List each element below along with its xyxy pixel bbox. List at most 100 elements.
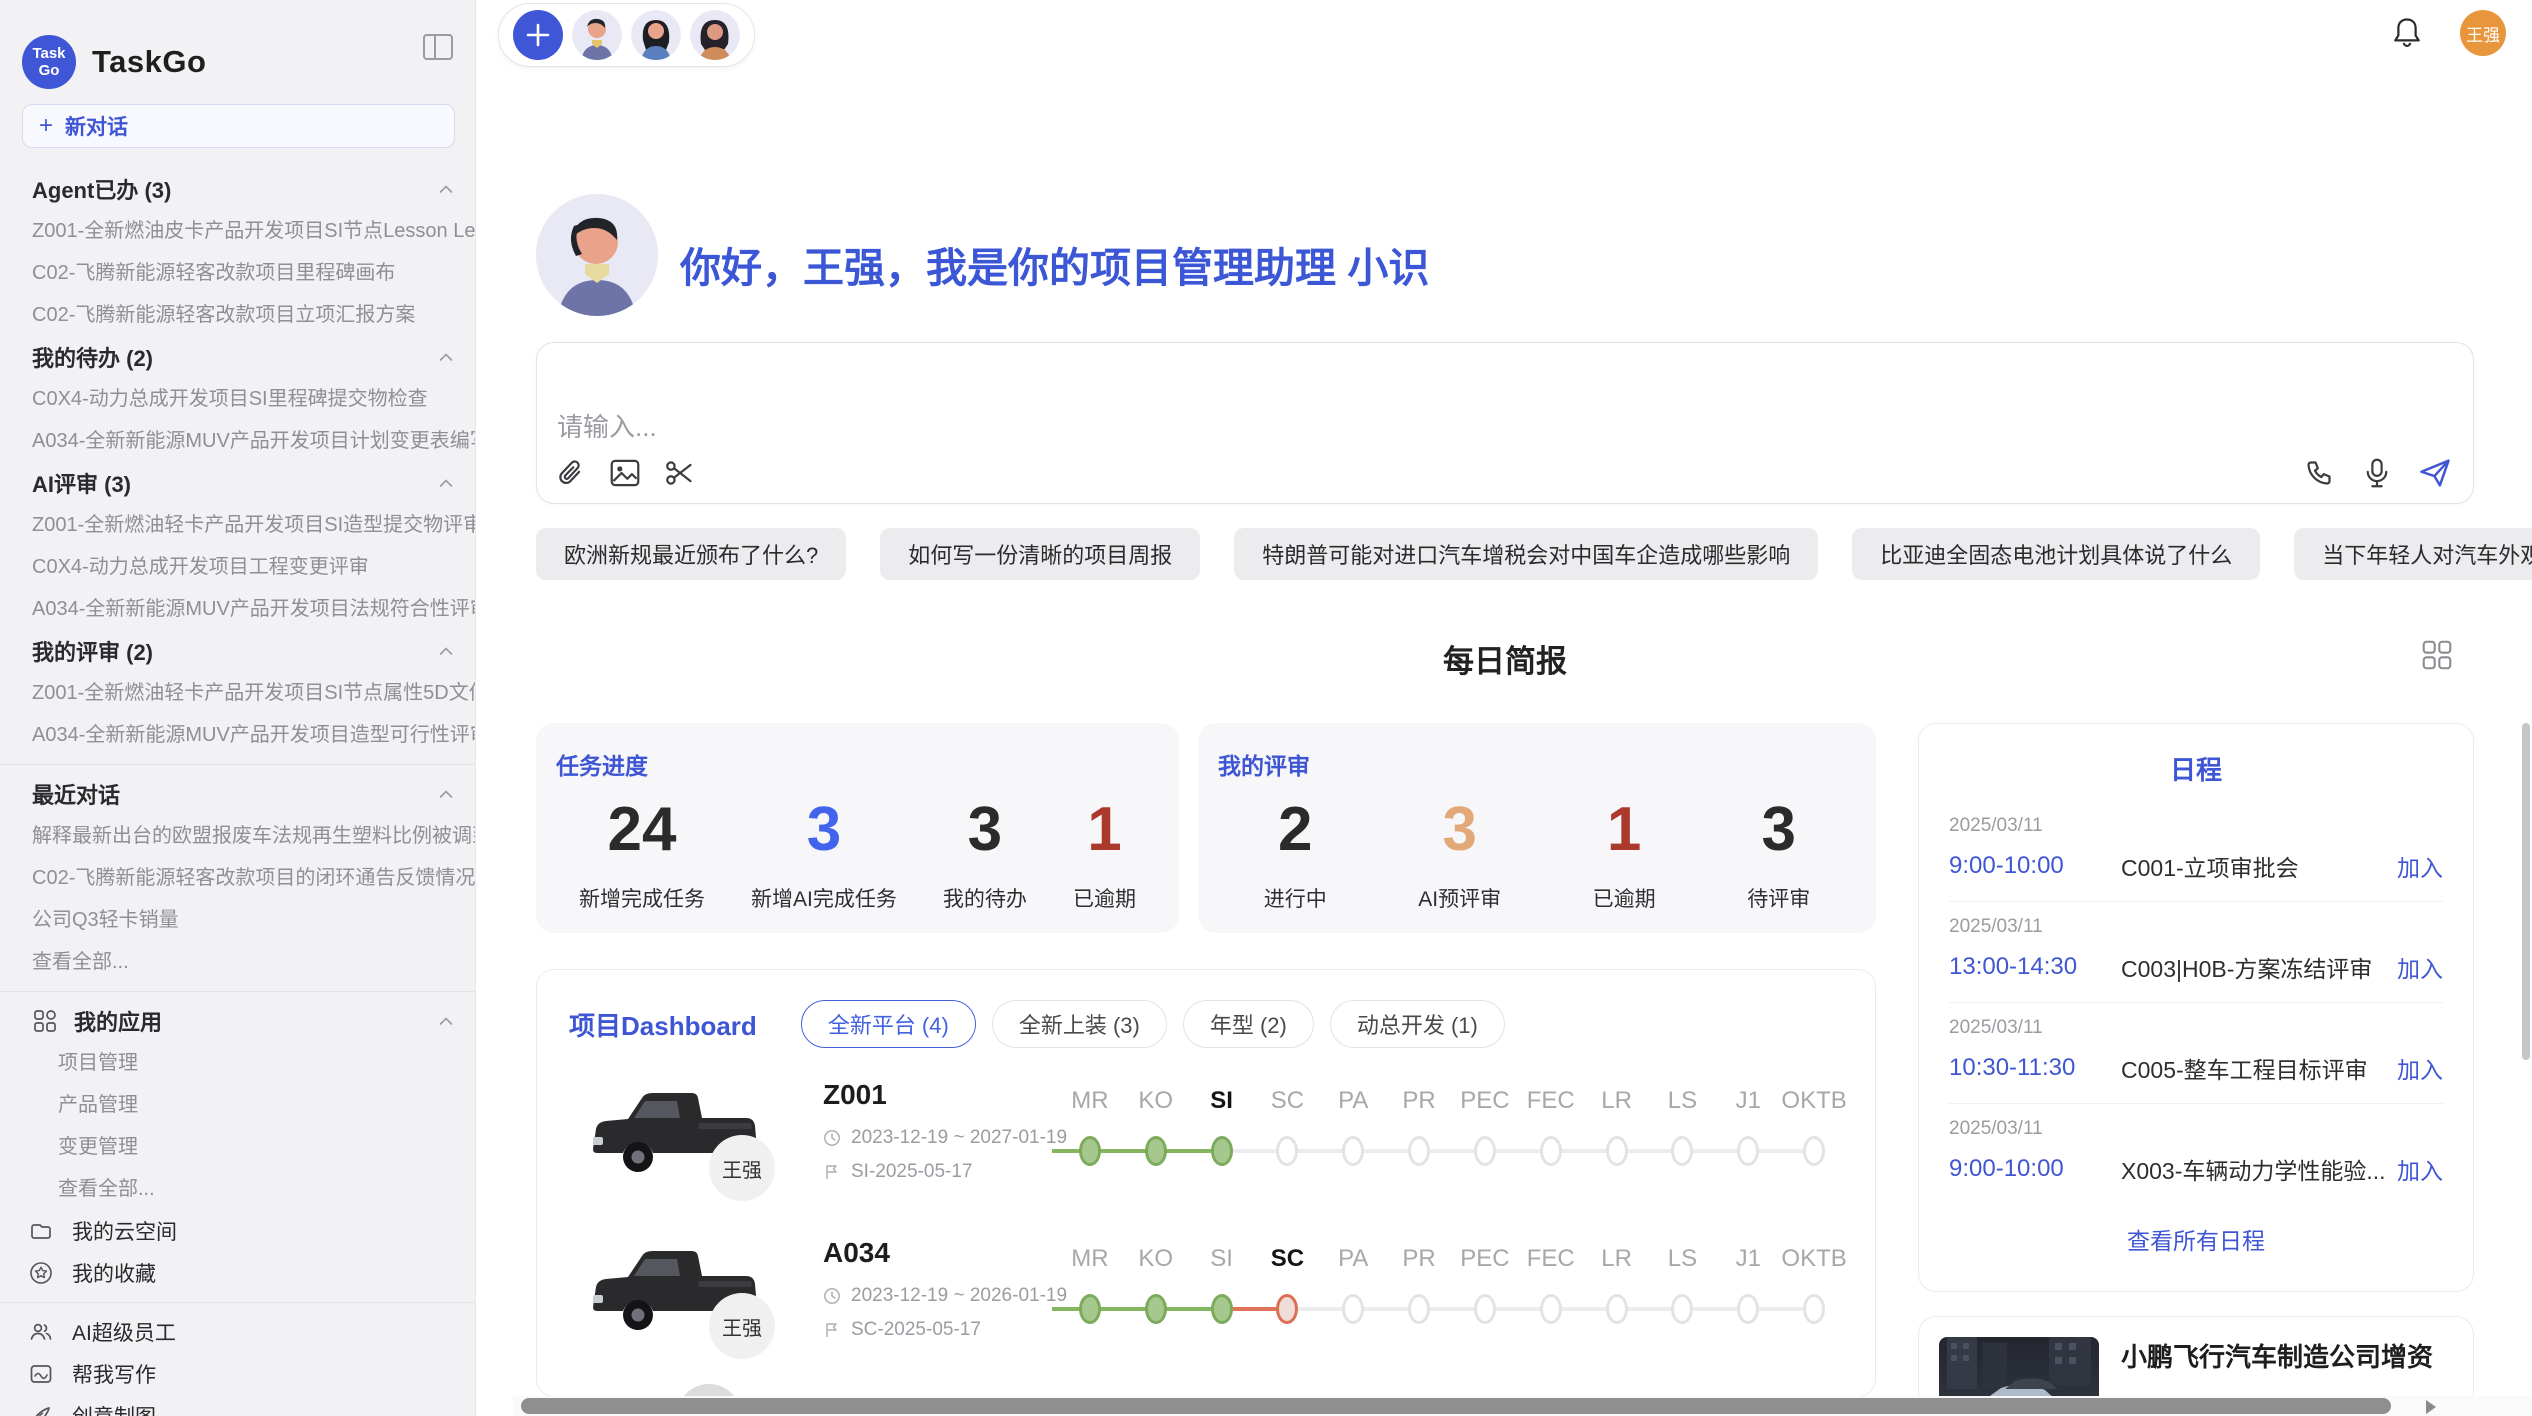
milestone-dot-SC[interactable] [1276,1136,1298,1166]
project-name[interactable]: Z001 [823,1079,887,1111]
assistant-avatar-3[interactable] [690,10,740,60]
join-meeting-link[interactable]: 加入 [2397,849,2443,883]
user-avatar[interactable]: 王强 [2460,10,2506,56]
sidebar-section-header-2[interactable]: AI评审 (3) [0,462,475,504]
chat-input-card[interactable]: 请输入... [536,342,2474,504]
assistant-avatar-2[interactable] [631,10,681,60]
horizontal-scrollbar-thumb[interactable] [521,1398,2391,1414]
suggestion-chip[interactable]: 欧洲新规最近颁布了什么? [536,528,846,580]
recent-chat-item[interactable]: 解释最新出台的欧盟报废车法规再生塑料比例被调到15%... [0,815,475,857]
app-item[interactable]: 产品管理 [0,1084,475,1126]
sidebar-task-item[interactable]: A034-全新新能源MUV产品开发项目造型可行性评审 [0,714,475,756]
milestone-dot-OKTB[interactable] [1803,1136,1825,1166]
dashboard-tab[interactable]: 全新平台 (4) [801,1000,976,1048]
milestone-dot-FEC[interactable] [1540,1136,1562,1166]
scroll-right-arrow[interactable] [2426,1400,2436,1414]
milestone-dot-KO[interactable] [1145,1294,1167,1324]
sidebar-task-item[interactable]: C0X4-动力总成开发项目SI里程碑提交物检查 [0,378,475,420]
sidebar-collapse-icon[interactable] [423,34,453,60]
chevron-up-icon[interactable] [439,787,453,801]
milestone-dot-PEC[interactable] [1474,1136,1496,1166]
sidebar-task-item[interactable]: C02-飞腾新能源轻客改款项目立项汇报方案 [0,294,475,336]
add-assistant-button[interactable] [513,10,563,60]
briefing-layout-icon[interactable] [2422,640,2452,670]
milestone-dot-FEC[interactable] [1540,1294,1562,1324]
join-meeting-link[interactable]: 加入 [2397,1051,2443,1085]
sidebar-section-header-0[interactable]: Agent已办 (3) [0,168,475,210]
sidebar-task-item[interactable]: Z001-全新燃油轻卡产品开发项目SI造型提交物评审 [0,504,475,546]
sidebar-link-label: 我的收藏 [72,1258,156,1288]
sidebar-task-item[interactable]: A034-全新新能源MUV产品开发项目法规符合性评审 [0,588,475,630]
dashboard-tab[interactable]: 年型 (2) [1183,1000,1314,1048]
pen-icon [28,1403,54,1416]
send-icon[interactable] [2419,457,2451,489]
chevron-up-icon[interactable] [439,182,453,196]
sidebar-section-my-apps[interactable]: 我的应用 [0,1000,475,1042]
phone-call-icon[interactable] [2303,457,2335,489]
app-item[interactable]: 变更管理 [0,1126,475,1168]
milestone-dot-LR[interactable] [1606,1294,1628,1324]
notifications-bell-icon[interactable] [2392,17,2422,49]
suggestion-chip[interactable]: 如何写一份清晰的项目周报 [880,528,1200,580]
sidebar-item-write[interactable]: 帮我写作 [0,1353,475,1395]
milestone-dot-KO[interactable] [1145,1136,1167,1166]
milestone-dot-LR[interactable] [1606,1136,1628,1166]
milestone-dot-PEC[interactable] [1474,1294,1496,1324]
milestone-dot-MR[interactable] [1079,1136,1101,1166]
my-review-card: 我的评审2进行中3AI预评审1已逾期3待评审 [1198,723,1876,933]
join-meeting-link[interactable]: 加入 [2397,950,2443,984]
milestone-dot-PA[interactable] [1342,1136,1364,1166]
recent-chat-item[interactable]: 公司Q3轻卡销量 [0,899,475,941]
new-chat-button[interactable]: + 新对话 [22,104,455,148]
insert-image-icon[interactable] [609,457,641,489]
milestone-dot-PA[interactable] [1342,1294,1364,1324]
milestone-dot-MR[interactable] [1079,1294,1101,1324]
app-item[interactable]: 项目管理 [0,1042,475,1084]
sidebar-task-item[interactable]: Z001-全新燃油皮卡产品开发项目SI节点Lesson Learn报告 [0,210,475,252]
sidebar-task-item[interactable]: C02-飞腾新能源轻客改款项目里程碑画布 [0,252,475,294]
chevron-up-icon[interactable] [439,1014,453,1028]
milestone-dot-SC[interactable] [1276,1294,1298,1324]
chevron-up-icon[interactable] [439,476,453,490]
milestone-dot-SI[interactable] [1211,1136,1233,1166]
milestone-dot-J1[interactable] [1737,1136,1759,1166]
milestone-dot-J1[interactable] [1737,1294,1759,1324]
dashboard-tab[interactable]: 全新上装 (3) [992,1000,1167,1048]
sidebar-task-item[interactable]: A034-全新新能源MUV产品开发项目计划变更表编写 [0,420,475,462]
milestone-label-OKTB: OKTB [1781,1245,1847,1277]
sidebar-task-item[interactable]: C0X4-动力总成开发项目工程变更评审 [0,546,475,588]
suggestion-chip[interactable]: 比亚迪全固态电池计划具体说了什么 [1852,528,2260,580]
recent-chat-item[interactable]: C02-飞腾新能源轻客改款项目的闭环通告反馈情况 [0,857,475,899]
sidebar-item-cloud[interactable]: 我的云空间 [0,1210,475,1252]
vertical-scrollbar-thumb[interactable] [2522,723,2530,1060]
horizontal-scrollbar[interactable] [513,1396,2532,1416]
view-all-schedule-link[interactable]: 查看所有日程 [1949,1222,2443,1256]
microphone-icon[interactable] [2361,457,2393,489]
sidebar-section-header-3[interactable]: 我的评审 (2) [0,630,475,672]
app-item[interactable]: 查看全部... [0,1168,475,1210]
assistant-avatar-1[interactable] [572,10,622,60]
recent-chat-item[interactable]: 查看全部... [0,941,475,983]
milestone-dot-SI[interactable] [1211,1294,1233,1324]
join-meeting-link[interactable]: 加入 [2397,1152,2443,1186]
milestone-dot-PR[interactable] [1408,1294,1430,1324]
dashboard-tab[interactable]: 动总开发 (1) [1330,1000,1505,1048]
sidebar-section-recent-chats[interactable]: 最近对话 [0,773,475,815]
sidebar-item-star[interactable]: 我的收藏 [0,1252,475,1294]
suggestion-chip[interactable]: 特朗普可能对进口汽车增税会对中国车企造成哪些影响 [1234,528,1818,580]
sidebar-section-header-1[interactable]: 我的待办 (2) [0,336,475,378]
sidebar-item-pen[interactable]: 创意制图 [0,1395,475,1416]
attach-file-icon[interactable] [555,457,587,489]
scissors-icon[interactable] [663,457,695,489]
chevron-up-icon[interactable] [439,644,453,658]
milestone-dot-LS[interactable] [1671,1136,1693,1166]
milestone-dot-LS[interactable] [1671,1294,1693,1324]
milestone-dot-OKTB[interactable] [1803,1294,1825,1324]
project-name[interactable]: A034 [823,1237,890,1269]
milestone-dot-PR[interactable] [1408,1136,1430,1166]
sidebar-item-people[interactable]: AI超级员工 [0,1311,475,1353]
sidebar-task-item[interactable]: Z001-全新燃油轻卡产品开发项目SI节点属性5D文件评审 [0,672,475,714]
stat-label: 新增完成任务 [579,883,705,913]
suggestion-chip[interactable]: 当下年轻人对汽车外观有怎样的喜好趋势 [2294,528,2532,580]
chevron-up-icon[interactable] [439,350,453,364]
